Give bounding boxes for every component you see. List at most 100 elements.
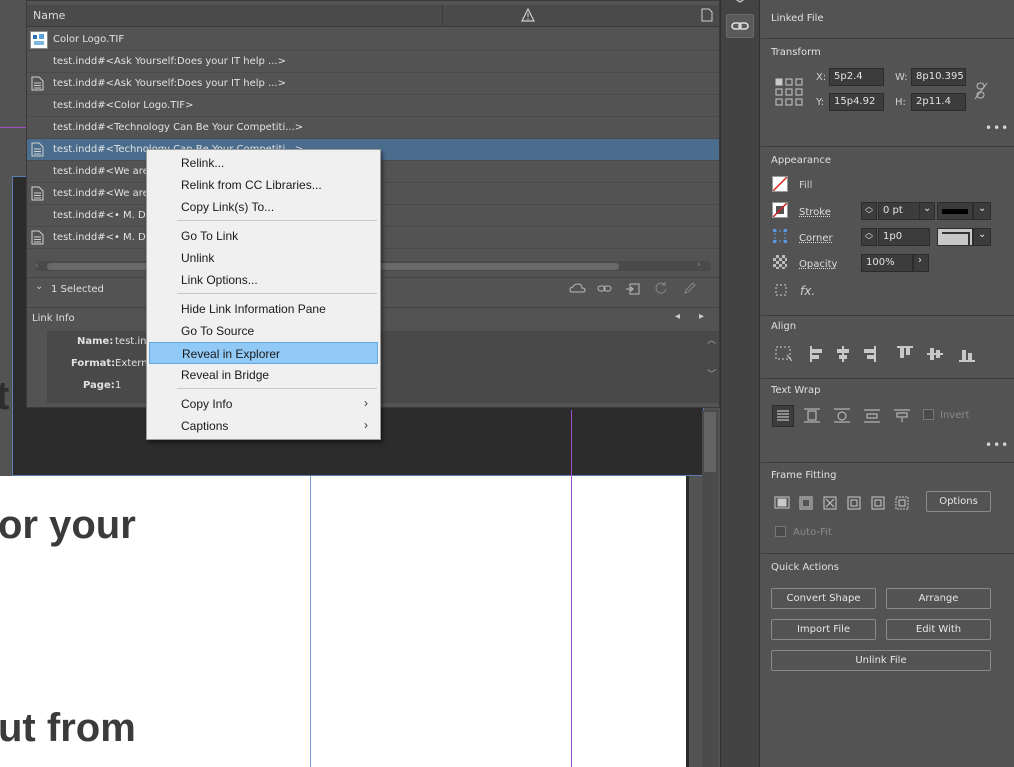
layers-icon[interactable] — [733, 0, 747, 6]
scroll-right-arrow[interactable]: › — [697, 260, 701, 270]
wrap-bounding-box-icon[interactable] — [803, 407, 821, 425]
link-row[interactable]: test.indd#<Ask Yourself:Does your IT hel… — [27, 73, 719, 95]
corner-shape-select[interactable] — [937, 228, 973, 246]
fit-content-to-frame-icon[interactable] — [821, 494, 841, 512]
fill-swatch-icon[interactable] — [772, 176, 788, 192]
link-icon — [731, 22, 749, 30]
align-vertical-center-icon[interactable] — [927, 345, 945, 363]
link-row[interactable]: test.indd#<Ask Yourself:Does your IT hel… — [27, 51, 719, 73]
text-wrap-more-options-icon[interactable]: ••• — [985, 438, 1009, 452]
corner-shape-dropdown-icon[interactable]: ⌄ — [973, 228, 991, 246]
auto-fit-checkbox[interactable] — [775, 526, 786, 537]
links-panel-button[interactable] — [726, 14, 754, 38]
info-scroll-up-arrow[interactable]: ︿ — [707, 333, 716, 346]
w-field[interactable]: 8p10.395 — [911, 68, 966, 86]
menu-item-reveal-in-bridge[interactable]: Reveal in Bridge — [149, 364, 378, 386]
panel-dock-gutter — [720, 0, 760, 767]
corner-size-field[interactable]: 1p0 — [878, 228, 930, 246]
arrange-button[interactable]: Arrange — [886, 588, 991, 609]
stroke-weight-field[interactable]: 0 pt — [878, 202, 920, 220]
fill-frame-proportionally-icon[interactable] — [773, 494, 793, 512]
menu-item-relink[interactable]: Relink... — [149, 152, 378, 174]
opacity-slider-toggle-icon[interactable]: › — [913, 254, 929, 272]
y-field[interactable]: 15p4.92 — [829, 93, 884, 111]
convert-shape-button[interactable]: Convert Shape — [771, 588, 876, 609]
canvas-scroll-thumb[interactable] — [704, 412, 716, 472]
info-scroll-down-arrow[interactable]: ﹀ — [707, 367, 716, 380]
align-left-icon[interactable] — [807, 345, 825, 363]
scroll-left-arrow[interactable]: ‹ — [35, 261, 39, 271]
fit-content-proportionally-icon[interactable] — [797, 494, 817, 512]
invert-checkbox[interactable] — [923, 409, 934, 420]
jump-to-next-column-icon[interactable] — [893, 407, 911, 425]
relink-icon[interactable] — [597, 282, 613, 296]
corner-stepper[interactable]: ︿ ﹀ — [861, 228, 877, 246]
stroke-type-dropdown-icon[interactable]: ⌄ — [973, 202, 991, 220]
wrap-object-shape-icon[interactable] — [833, 407, 851, 425]
reference-point-icon[interactable] — [775, 78, 803, 106]
warning-status-icon[interactable] — [521, 7, 535, 22]
align-top-icon[interactable] — [897, 345, 915, 363]
align-horizontal-center-icon[interactable] — [837, 345, 855, 363]
x-field[interactable]: 5p2.4 — [829, 68, 884, 86]
link-row[interactable]: Color Logo.TIF — [27, 29, 719, 51]
opacity-field[interactable]: 100% — [861, 254, 913, 272]
link-row[interactable]: test.indd#<Color Logo.TIF> — [27, 95, 719, 117]
edit-with-button[interactable]: Edit With — [886, 619, 991, 640]
next-link-icon[interactable]: ▸ — [699, 311, 704, 322]
align-to-selection-icon[interactable] — [775, 345, 793, 363]
edit-original-icon[interactable] — [683, 281, 697, 295]
fit-frame-to-content-icon[interactable] — [845, 494, 865, 512]
align-right-icon[interactable] — [867, 345, 885, 363]
go-to-link-icon[interactable] — [625, 281, 641, 297]
menu-item-go-to-link[interactable]: Go To Link — [149, 225, 378, 247]
menu-separator — [177, 388, 377, 389]
selection-status: 1 Selected — [51, 284, 104, 295]
stroke-weight-dropdown-icon[interactable]: ⌄ — [919, 202, 935, 220]
stroke-type-select[interactable] — [937, 202, 973, 220]
menu-item-reveal-in-explorer[interactable]: Reveal in Explorer — [149, 342, 378, 364]
menu-item-label: Hide Link Information Pane — [181, 302, 326, 316]
import-file-button[interactable]: Import File — [771, 619, 876, 640]
constrain-proportions-icon[interactable] — [974, 82, 988, 100]
info-format-label: Format: — [71, 358, 116, 369]
y-label: Y: — [816, 97, 825, 108]
cc-relink-icon[interactable] — [569, 282, 587, 296]
menu-item-go-to-source[interactable]: Go To Source — [149, 320, 378, 342]
jump-object-icon[interactable] — [863, 407, 881, 425]
align-bottom-icon[interactable] — [959, 345, 977, 363]
links-column-header[interactable]: Name — [27, 5, 719, 27]
stroke-stepper[interactable]: ︿ ﹀ — [861, 202, 877, 220]
stroke-label[interactable]: Stroke — [799, 207, 831, 218]
update-link-icon[interactable] — [654, 281, 668, 295]
content-aware-fit-icon[interactable] — [893, 494, 913, 512]
unlink-file-button[interactable]: Unlink File — [771, 650, 991, 671]
frame-fitting-options-button[interactable]: Options — [926, 491, 991, 512]
opacity-label[interactable]: Opacity — [799, 259, 837, 270]
frame-edges-icon[interactable] — [775, 284, 787, 296]
menu-item-captions[interactable]: Captions › — [149, 415, 378, 437]
menu-item-unlink[interactable]: Unlink — [149, 247, 378, 269]
h-field[interactable]: 2p11.4 — [911, 93, 966, 111]
menu-item-copy-info[interactable]: Copy Info › — [149, 393, 378, 415]
corner-icon — [773, 229, 787, 243]
stroke-swatch-icon[interactable] — [772, 202, 788, 218]
menu-item-label: Relink... — [181, 156, 225, 170]
menu-item-hide-link-information-pane[interactable]: Hide Link Information Pane — [149, 298, 378, 320]
text-wrap-title: Text Wrap — [771, 385, 821, 396]
margin-guide — [571, 410, 572, 767]
fill-label: Fill — [799, 180, 813, 191]
center-content-icon[interactable] — [869, 494, 889, 512]
menu-item-link-options[interactable]: Link Options... — [149, 269, 378, 291]
fx-effects-icon[interactable]: fx. — [800, 284, 815, 298]
toggle-info-chevron-icon[interactable]: ⌄ — [35, 281, 43, 292]
menu-item-copy-link-s-to[interactable]: Copy Link(s) To... — [149, 196, 378, 218]
info-name-label: Name: — [77, 336, 114, 347]
corner-label[interactable]: Corner — [799, 233, 833, 244]
menu-item-relink-from-cc-libraries[interactable]: Relink from CC Libraries... — [149, 174, 378, 196]
link-row[interactable]: test.indd#<Technology Can Be Your Compet… — [27, 117, 719, 139]
page-column-icon[interactable] — [701, 8, 713, 22]
no-text-wrap-icon[interactable] — [772, 405, 794, 427]
prev-link-icon[interactable]: ◂ — [675, 311, 680, 322]
transform-more-options-icon[interactable]: ••• — [985, 121, 1009, 135]
